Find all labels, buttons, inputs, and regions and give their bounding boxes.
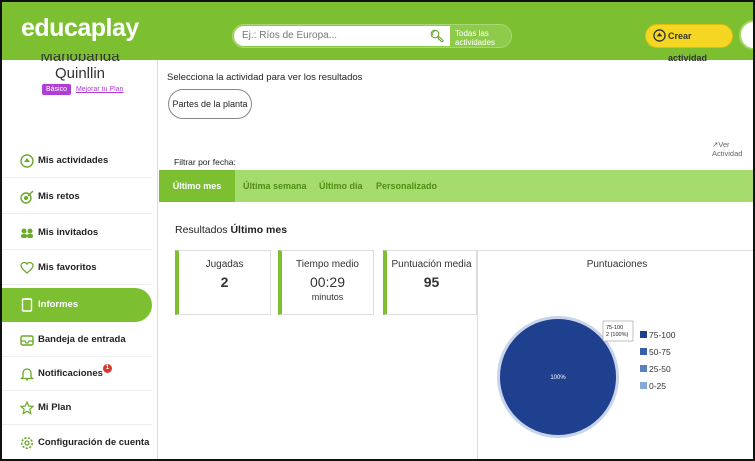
- select-activity-label: Selecciona la actividad para ver los res…: [167, 72, 363, 83]
- stat-label: Jugadas: [205, 259, 244, 270]
- sidebar-item-label: Mis invitados: [38, 227, 99, 238]
- chart-legend: 75-100 50-75 25-50 0-25: [640, 329, 675, 397]
- sidebar-item-label: Notificaciones: [38, 368, 103, 379]
- legend-swatch: [640, 348, 647, 355]
- stat-card-puntuacion-media: Puntuación media 95: [383, 250, 477, 315]
- search-bar: Ej.: Ríos de Europa... 🔍︎ Todas las acti…: [232, 24, 512, 48]
- scores-chart-card: Puntuaciones 100% 75-100 2 (100%) 75-100 50…: [477, 250, 753, 459]
- sidebar-item-mis-invitados[interactable]: Mis invitados: [2, 216, 152, 250]
- sidebar: Manobanda Quinllin Básico Mejorar tu Pla…: [2, 54, 158, 459]
- sidebar-item-label: Mi Plan: [38, 402, 72, 413]
- date-filter-tabs: Último mes Última semana Último día Pers…: [159, 170, 753, 202]
- sidebar-item-label: Configuración de cuenta: [38, 437, 150, 448]
- scores-pie-chart: 100% 75-1002 (100%): [497, 316, 634, 438]
- legend-item-25-50[interactable]: 25-50: [640, 363, 675, 380]
- legend-label: 75-100: [649, 330, 676, 340]
- legend-label: 0-25: [649, 381, 667, 391]
- guests-icon: [21, 228, 33, 238]
- inbox-icon: [20, 335, 34, 346]
- stat-value: 00:29: [309, 274, 346, 290]
- legend-item-75-100[interactable]: 75-100: [640, 329, 675, 346]
- user-name-line1: Manobanda: [40, 54, 120, 65]
- legend-swatch: [640, 331, 647, 338]
- pie-tooltip: [602, 320, 634, 342]
- legend-label: 50-75: [649, 347, 671, 357]
- sidebar-item-label: Bandeja de entrada: [38, 334, 126, 345]
- results-label: Resultados: [175, 224, 228, 236]
- stat-card-tiempo-medio: Tiempo medio 00:29 minutos: [278, 250, 374, 315]
- sidebar-item-mis-favoritos[interactable]: Mis favoritos: [2, 251, 152, 285]
- app-window: educaplay Ej.: Ríos de Europa... 🔍︎ Toda…: [0, 0, 755, 461]
- stat-value: 95: [423, 274, 440, 290]
- bell-icon: [20, 368, 34, 381]
- sidebar-item-label: Mis favoritos: [38, 262, 97, 273]
- upgrade-plan-link[interactable]: Mejorar tu Plan: [76, 86, 123, 93]
- sidebar-item-label: Informes: [38, 299, 79, 310]
- activity-selector[interactable]: Partes de la planta: [168, 89, 252, 119]
- user-name-line2: Quinllin: [54, 65, 106, 82]
- plan-badge: Básico: [42, 84, 72, 95]
- create-activity-button[interactable]: Crear actividad: [645, 24, 733, 63]
- pie-tooltip-text: 75-100: [606, 325, 623, 331]
- sidebar-item-bandeja-de-entrada[interactable]: Bandeja de entrada: [2, 323, 152, 357]
- search-input[interactable]: Ej.: Ríos de Europa...: [234, 26, 424, 46]
- sidebar-item-label: Mis retos: [38, 191, 80, 202]
- legend-label: 25-50: [649, 364, 671, 374]
- view-activity-link[interactable]: ↗︎Ver Actividad: [712, 140, 753, 158]
- chart-title: Puntuaciones: [586, 259, 648, 270]
- tab-personalizado[interactable]: Personalizado: [376, 170, 437, 202]
- gear-icon: [21, 437, 33, 449]
- tab-ultima-semana[interactable]: Última semana: [243, 170, 307, 202]
- sidebar-item-informes[interactable]: Informes: [2, 288, 152, 322]
- report-icon: [21, 298, 33, 312]
- heart-icon: [20, 261, 34, 274]
- sidebar-item-notificaciones[interactable]: Notificaciones 1: [2, 357, 152, 391]
- legend-item-50-75[interactable]: 50-75: [640, 346, 675, 363]
- legend-item-0-25[interactable]: 0-25: [640, 380, 675, 397]
- sidebar-item-mis-actividades[interactable]: Mis actividades: [2, 144, 152, 178]
- pie-slice-label: 100%: [550, 375, 566, 381]
- sidebar-item-mi-plan[interactable]: Mi Plan: [2, 391, 152, 425]
- results-period: Último mes: [230, 224, 288, 236]
- main-content: Selecciona la actividad para ver los res…: [159, 60, 753, 459]
- stat-unit: minutos: [311, 292, 344, 302]
- stat-label: Tiempo medio: [296, 259, 359, 270]
- legend-swatch: [640, 365, 647, 372]
- sidebar-item-label: Mis actividades: [38, 155, 109, 166]
- date-filter-label: Filtrar por fecha:: [174, 157, 236, 167]
- stat-label: Puntuación media: [391, 259, 472, 270]
- create-activity-label: Crear actividad: [668, 31, 708, 63]
- results-heading: Resultados Último mes: [175, 224, 287, 236]
- stat-card-jugadas: Jugadas 2: [175, 250, 271, 315]
- user-avatar[interactable]: [739, 20, 753, 50]
- challenge-icon: [20, 190, 34, 204]
- tab-ultimo-dia[interactable]: Último día: [319, 170, 363, 202]
- stat-value: 2: [220, 274, 229, 290]
- star-icon: [20, 401, 34, 415]
- user-name: Manobanda Quinllin: [2, 54, 158, 82]
- notification-badge: 1: [102, 364, 112, 373]
- create-activity-icon: [653, 29, 666, 42]
- educaplay-logo[interactable]: educaplay: [21, 14, 139, 43]
- sidebar-item-configuracion-de-cuenta[interactable]: Configuración de cuenta: [2, 426, 152, 459]
- pie-tooltip-text: 2 (100%): [606, 332, 628, 338]
- legend-swatch: [640, 382, 647, 389]
- top-bar: educaplay Ej.: Ríos de Europa... 🔍︎ Toda…: [2, 2, 753, 63]
- sidebar-item-mis-retos[interactable]: Mis retos: [2, 180, 152, 214]
- activities-icon: [20, 154, 34, 168]
- tab-ultimo-mes[interactable]: Último mes: [159, 170, 235, 202]
- all-activities-filter[interactable]: Todas las actividades: [433, 29, 511, 47]
- plan-info: Básico Mejorar tu Plan: [42, 84, 123, 95]
